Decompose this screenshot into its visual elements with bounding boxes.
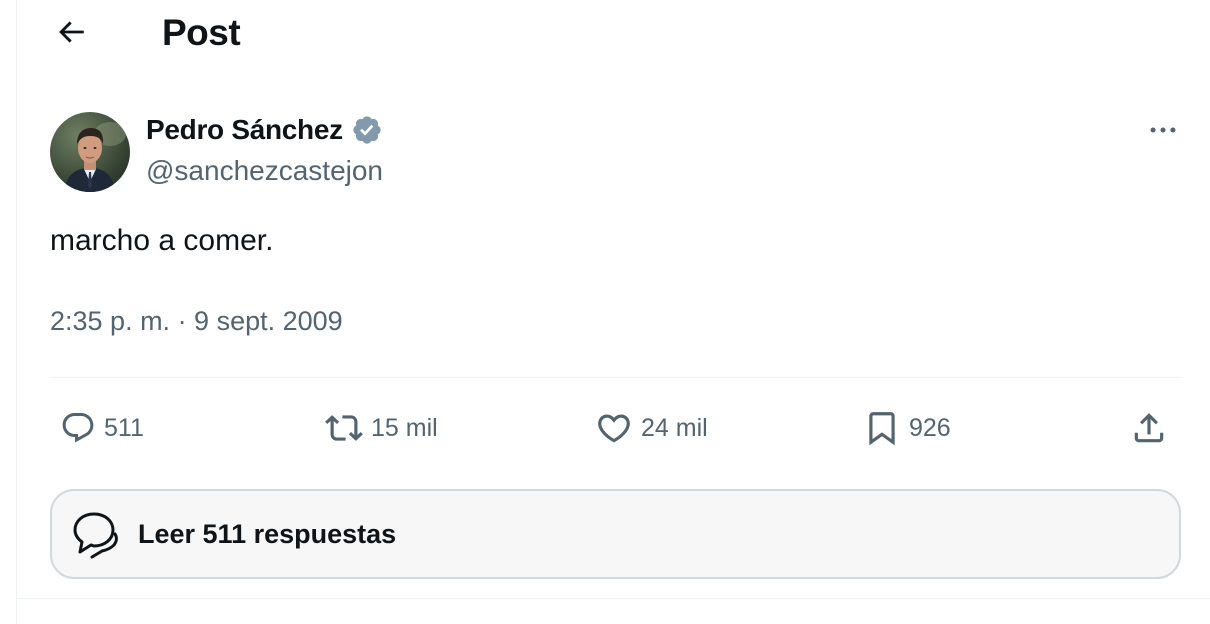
repost-button[interactable]: 15 mil xyxy=(325,400,438,456)
ellipsis-icon xyxy=(1146,113,1180,152)
repost-count: 15 mil xyxy=(371,413,438,442)
share-button[interactable] xyxy=(1130,400,1168,456)
avatar-photo xyxy=(50,112,130,192)
bookmark-count: 926 xyxy=(909,413,951,442)
read-replies-label: Leer 511 respuestas xyxy=(138,518,397,549)
like-button[interactable]: 24 mil xyxy=(595,400,708,456)
like-count: 24 mil xyxy=(641,413,708,442)
reply-count: 511 xyxy=(104,413,144,442)
avatar[interactable] xyxy=(50,112,130,192)
action-bar: 511 15 mil 24 mil 926 xyxy=(17,400,1210,456)
bookmark-button[interactable]: 926 xyxy=(863,400,951,456)
post-text: marcho a comer. xyxy=(50,224,274,257)
more-options-button[interactable] xyxy=(1143,116,1183,148)
back-button[interactable] xyxy=(51,14,91,54)
read-replies-button[interactable]: Leer 511 respuestas xyxy=(50,489,1181,579)
page-title: Post xyxy=(162,12,241,53)
reply-button[interactable]: 511 xyxy=(60,400,144,456)
reply-icon xyxy=(60,410,96,446)
author-name[interactable]: Pedro Sánchez xyxy=(146,114,383,146)
arrow-left-icon xyxy=(54,15,88,54)
verified-badge-icon xyxy=(351,114,383,146)
post-detail-view: Post Pedro Sánchez @sanchezcastejon marc… xyxy=(16,0,1210,624)
bottom-divider xyxy=(17,598,1210,599)
conversation-icon xyxy=(70,508,122,560)
author-name-text: Pedro Sánchez xyxy=(146,114,343,145)
share-icon xyxy=(1130,409,1168,447)
author-handle[interactable]: @sanchezcastejon xyxy=(146,155,383,187)
header: Post xyxy=(17,0,1210,72)
repost-icon xyxy=(325,409,363,447)
heart-icon xyxy=(595,409,633,447)
post-timestamp[interactable]: 2:35 p. m. · 9 sept. 2009 xyxy=(50,306,343,337)
divider xyxy=(50,377,1182,378)
bookmark-icon xyxy=(863,409,901,447)
